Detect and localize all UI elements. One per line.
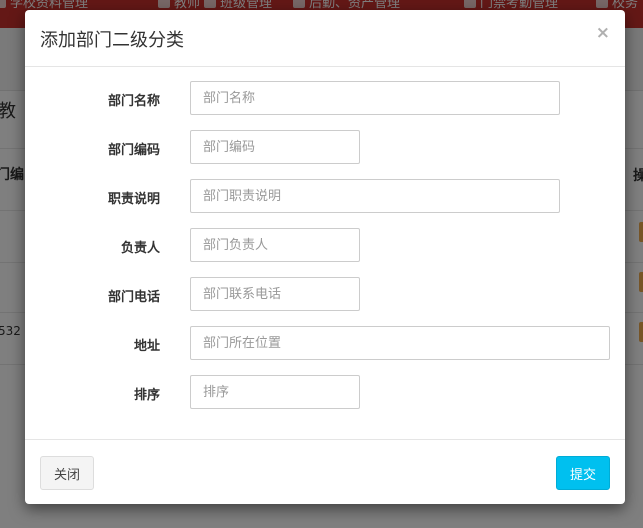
dept-name-input[interactable]	[190, 81, 560, 115]
modal-header: 添加部门二级分类 ×	[25, 10, 625, 67]
address-label: 地址	[133, 339, 160, 354]
form-row-name: 部门名称	[25, 81, 625, 115]
sort-input[interactable]	[190, 375, 360, 409]
submit-button[interactable]: 提交	[556, 456, 610, 490]
form-row-duty: 职责说明	[25, 179, 625, 213]
leader-label: 负责人	[120, 241, 160, 256]
phone-input[interactable]	[190, 277, 360, 311]
phone-label: 部门电话	[107, 290, 160, 305]
address-input[interactable]	[190, 326, 610, 360]
dept-code-label: 部门编码	[107, 143, 160, 158]
duty-input[interactable]	[190, 179, 560, 213]
form-row-sort: 排序	[25, 375, 625, 409]
form-row-code: 部门编码	[25, 130, 625, 164]
form-row-leader: 负责人	[25, 228, 625, 262]
sort-label: 排序	[133, 388, 160, 403]
modal-footer: 关闭 提交	[25, 439, 625, 504]
form-row-address: 地址	[25, 326, 625, 360]
form-row-phone: 部门电话	[25, 277, 625, 311]
modal-title: 添加部门二级分类	[40, 30, 184, 51]
dept-code-input[interactable]	[190, 130, 360, 164]
leader-input[interactable]	[190, 228, 360, 262]
dept-name-label: 部门名称	[107, 94, 160, 109]
close-button[interactable]: 关闭	[40, 456, 94, 490]
add-sub-department-dialog: 添加部门二级分类 × 部门名称 部门编码 职责说明 负责人 部门电话 地址 排序…	[25, 10, 625, 504]
close-icon[interactable]: ×	[596, 23, 610, 43]
duty-label: 职责说明	[107, 192, 160, 207]
